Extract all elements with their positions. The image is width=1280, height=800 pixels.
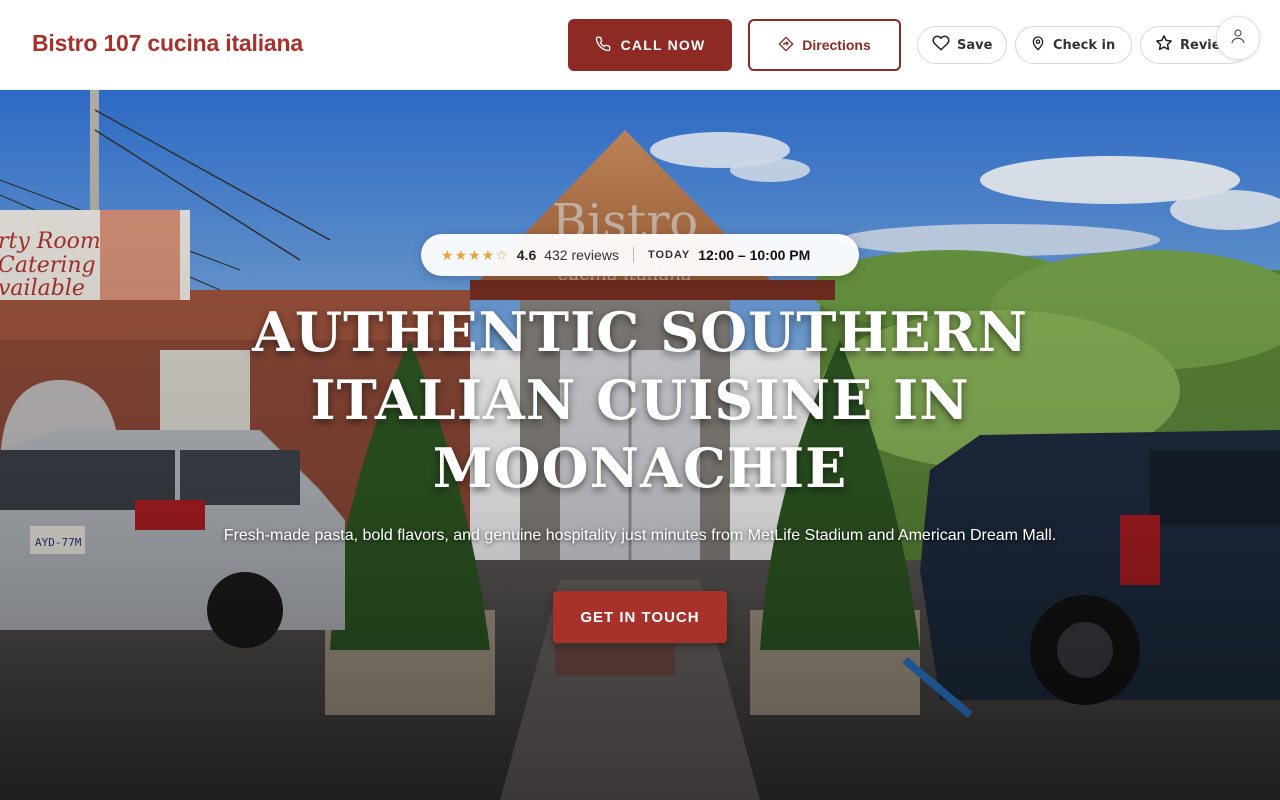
rating-stars: ★★★★☆	[441, 246, 509, 263]
account-button[interactable]	[1216, 16, 1260, 60]
call-now-label: CALL NOW	[620, 37, 706, 53]
brand-name[interactable]: Bistro 107 cucina italiana	[32, 30, 303, 57]
today-label: TODAY	[647, 249, 691, 261]
hero-subline: Fresh-made pasta, bold flavors, and genu…	[223, 527, 1057, 544]
hours-value: 12:00 – 10:00 PM	[698, 247, 811, 263]
reviews-count[interactable]: 432 reviews	[544, 247, 619, 263]
site-header: Bistro 107 cucina italiana CALL NOW Dire…	[0, 0, 1280, 90]
get-in-touch-button[interactable]: GET IN TOUCH	[553, 591, 727, 643]
directions-button[interactable]: Directions	[748, 19, 901, 71]
hero-section: rty Room Catering vailable Bistro cucina…	[0, 90, 1280, 800]
check-in-label: Check in	[1053, 37, 1116, 53]
directions-icon	[778, 36, 794, 55]
heart-icon	[932, 34, 950, 56]
user-icon	[1229, 27, 1247, 50]
save-label: Save	[957, 37, 993, 53]
rating-hours-pill: ★★★★☆ 4.6 432 reviews TODAY 12:00 – 10:0…	[421, 234, 859, 276]
phone-icon	[595, 36, 611, 55]
hero-headline: AUTHENTIC SOUTHERN ITALIAN CUISINE IN MO…	[252, 300, 1028, 500]
check-in-button[interactable]: Check in	[1015, 26, 1132, 64]
rating-value: 4.6	[516, 247, 537, 263]
map-pin-icon	[1030, 34, 1046, 56]
call-now-button[interactable]: CALL NOW	[568, 19, 732, 71]
star-icon	[1155, 34, 1173, 56]
directions-label: Directions	[802, 37, 871, 53]
save-button[interactable]: Save	[917, 26, 1007, 64]
pill-divider	[632, 247, 634, 263]
